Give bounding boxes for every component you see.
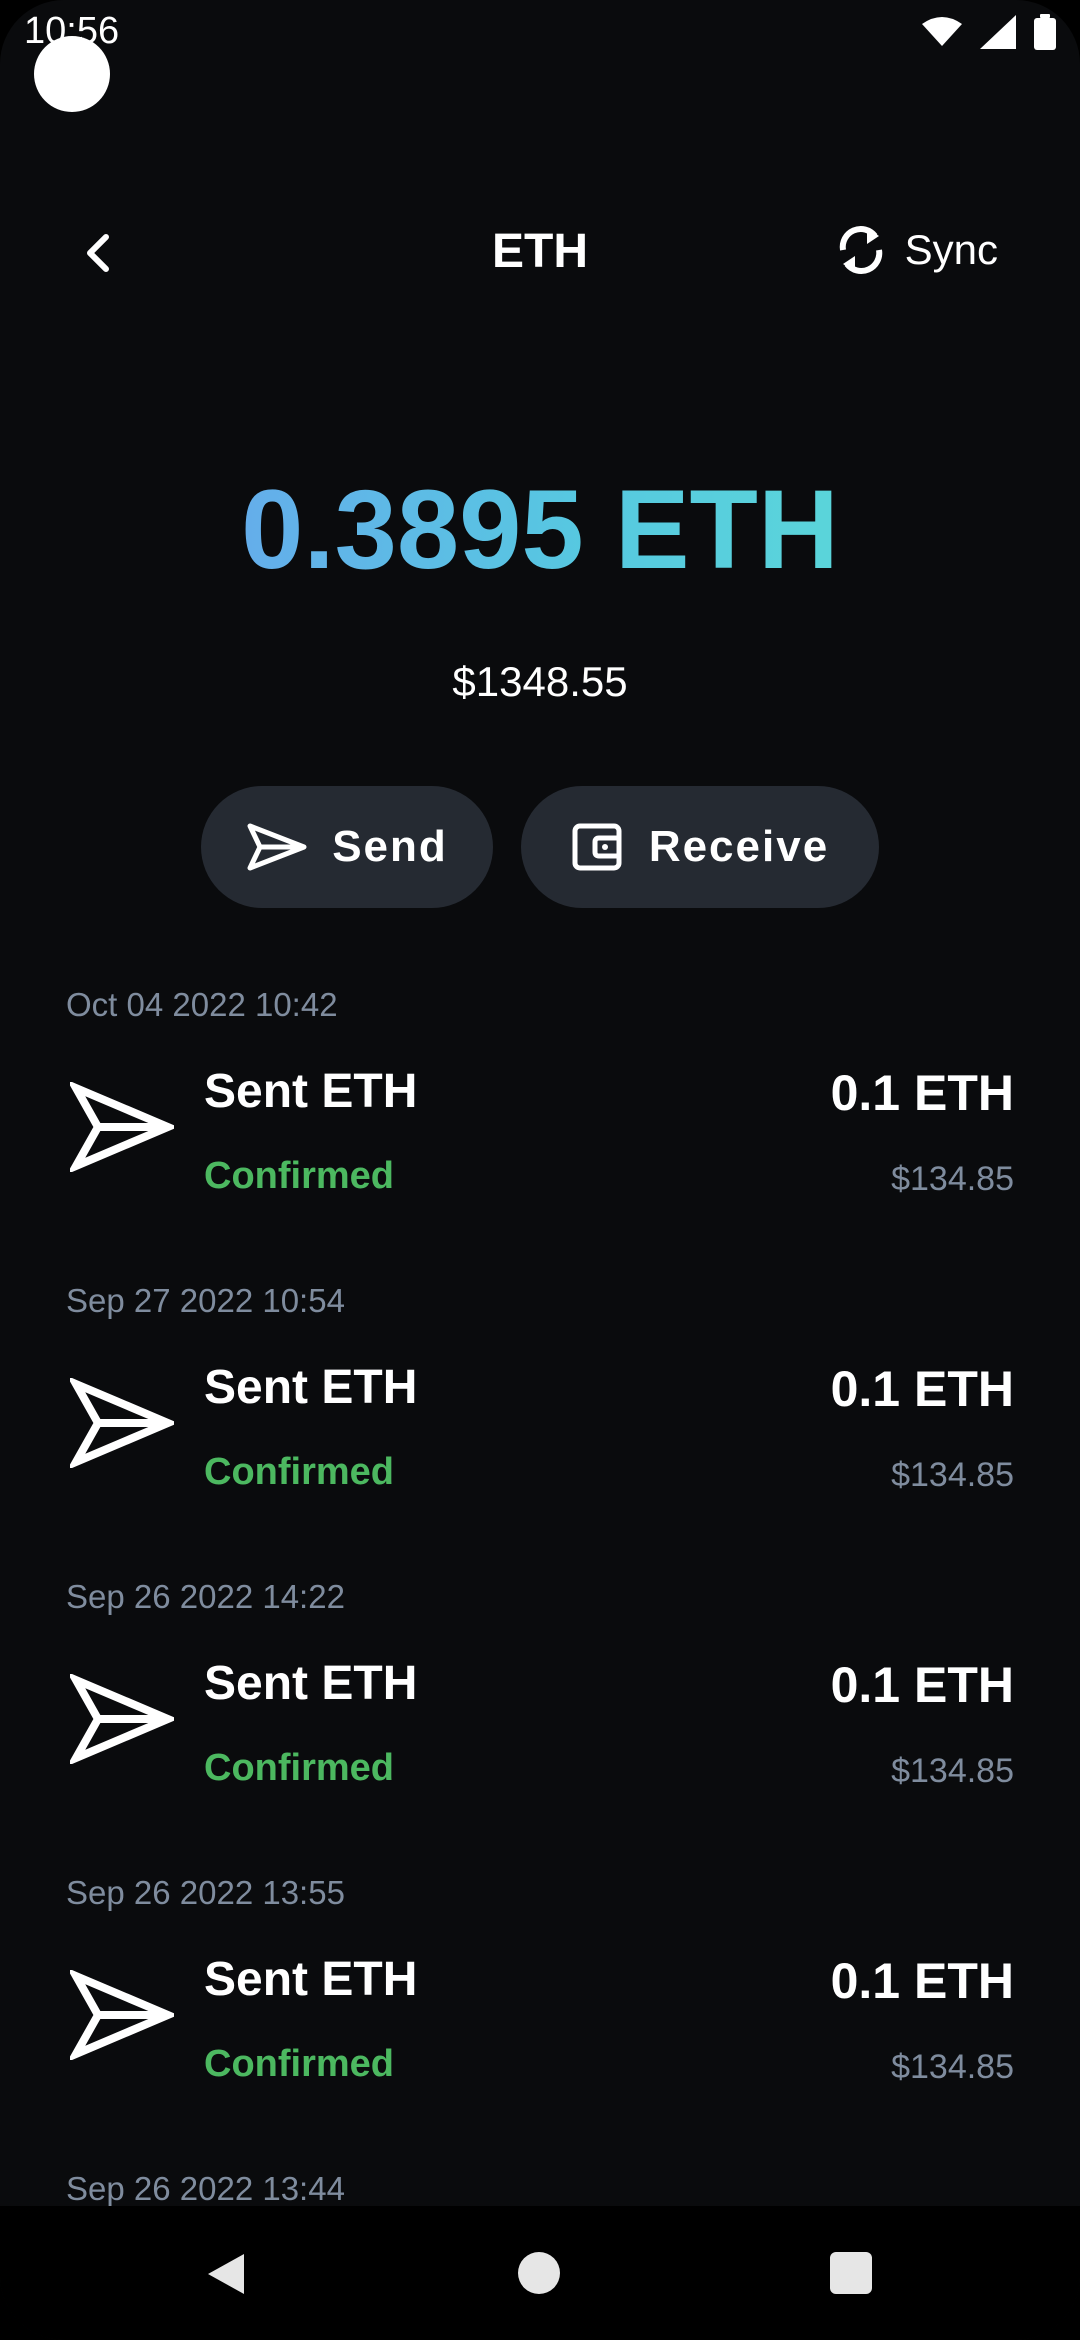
signal-icon bbox=[980, 15, 1016, 49]
battery-icon bbox=[1034, 14, 1056, 50]
send-label: Send bbox=[332, 822, 448, 871]
nav-back-icon[interactable] bbox=[204, 2250, 248, 2298]
receive-button[interactable]: Receive bbox=[521, 786, 879, 908]
transaction-fiat: $134.85 bbox=[891, 1456, 1014, 1494]
transaction-date: Oct 04 2022 10:42 bbox=[66, 986, 338, 1023]
transaction-amount: 0.1 ETH bbox=[830, 1953, 1014, 2009]
wallet-icon bbox=[572, 823, 622, 871]
sync-icon bbox=[839, 226, 882, 274]
transaction-fiat: $134.85 bbox=[891, 2048, 1014, 2086]
navigation-bar bbox=[0, 2206, 1080, 2340]
status-bar: 10:56 bbox=[0, 0, 1080, 112]
transaction-amount: 0.1 ETH bbox=[830, 1065, 1014, 1121]
receive-label: Receive bbox=[648, 822, 830, 871]
transaction-item[interactable]: Sep 26 2022 14:22 Sent ETH Confirmed 0.1… bbox=[0, 1552, 1080, 1848]
screen: 10:56 ETH Sync 0.3895 ETH $1348.55 Send … bbox=[0, 0, 1080, 2340]
balance-fiat: $1348.55 bbox=[452, 658, 628, 705]
transaction-amount: 0.1 ETH bbox=[830, 1361, 1014, 1417]
transaction-date: Sep 26 2022 13:55 bbox=[66, 1874, 345, 1911]
sync-button[interactable]: Sync bbox=[835, 220, 998, 280]
sent-icon bbox=[70, 1970, 174, 2060]
sent-icon bbox=[70, 1378, 174, 1468]
transaction-status: Confirmed bbox=[204, 1747, 394, 1789]
camera-cutout bbox=[34, 36, 110, 112]
balance-amount: 0.3895 ETH bbox=[0, 470, 1080, 590]
transaction-fiat: $134.85 bbox=[891, 1752, 1014, 1790]
header: ETH Sync bbox=[0, 200, 1080, 310]
transaction-label: Sent ETH bbox=[204, 1953, 418, 2006]
transaction-status: Confirmed bbox=[204, 1155, 394, 1197]
transaction-date: Sep 27 2022 10:54 bbox=[66, 1282, 345, 1319]
status-icons bbox=[922, 12, 1056, 52]
transaction-label: Sent ETH bbox=[204, 1361, 418, 1414]
sync-label: Sync bbox=[904, 226, 998, 273]
sent-icon bbox=[70, 1674, 174, 1764]
transaction-item[interactable]: Sep 26 2022 13:55 Sent ETH Confirmed 0.1… bbox=[0, 1848, 1080, 2144]
transaction-status: Confirmed bbox=[204, 2043, 394, 2085]
transaction-list: Oct 04 2022 10:42 Sent ETH Confirmed 0.1… bbox=[0, 960, 1080, 2340]
transaction-amount: 0.1 ETH bbox=[830, 1657, 1014, 1713]
nav-home-icon[interactable] bbox=[518, 2252, 560, 2294]
send-icon bbox=[247, 823, 307, 871]
sent-icon bbox=[70, 1082, 174, 1172]
wifi-icon bbox=[922, 17, 962, 46]
transaction-status: Confirmed bbox=[204, 1451, 394, 1493]
transaction-label: Sent ETH bbox=[204, 1065, 418, 1118]
send-button[interactable]: Send bbox=[201, 786, 493, 908]
transaction-date: Sep 26 2022 14:22 bbox=[66, 1578, 345, 1615]
transaction-fiat: $134.85 bbox=[891, 1160, 1014, 1198]
nav-recent-icon[interactable] bbox=[830, 2252, 872, 2294]
transaction-item[interactable]: Oct 04 2022 10:42 Sent ETH Confirmed 0.1… bbox=[0, 960, 1080, 1256]
transaction-date: Sep 26 2022 13:44 bbox=[66, 2170, 345, 2207]
transaction-item[interactable]: Sep 27 2022 10:54 Sent ETH Confirmed 0.1… bbox=[0, 1256, 1080, 1552]
transaction-label: Sent ETH bbox=[204, 1657, 418, 1710]
